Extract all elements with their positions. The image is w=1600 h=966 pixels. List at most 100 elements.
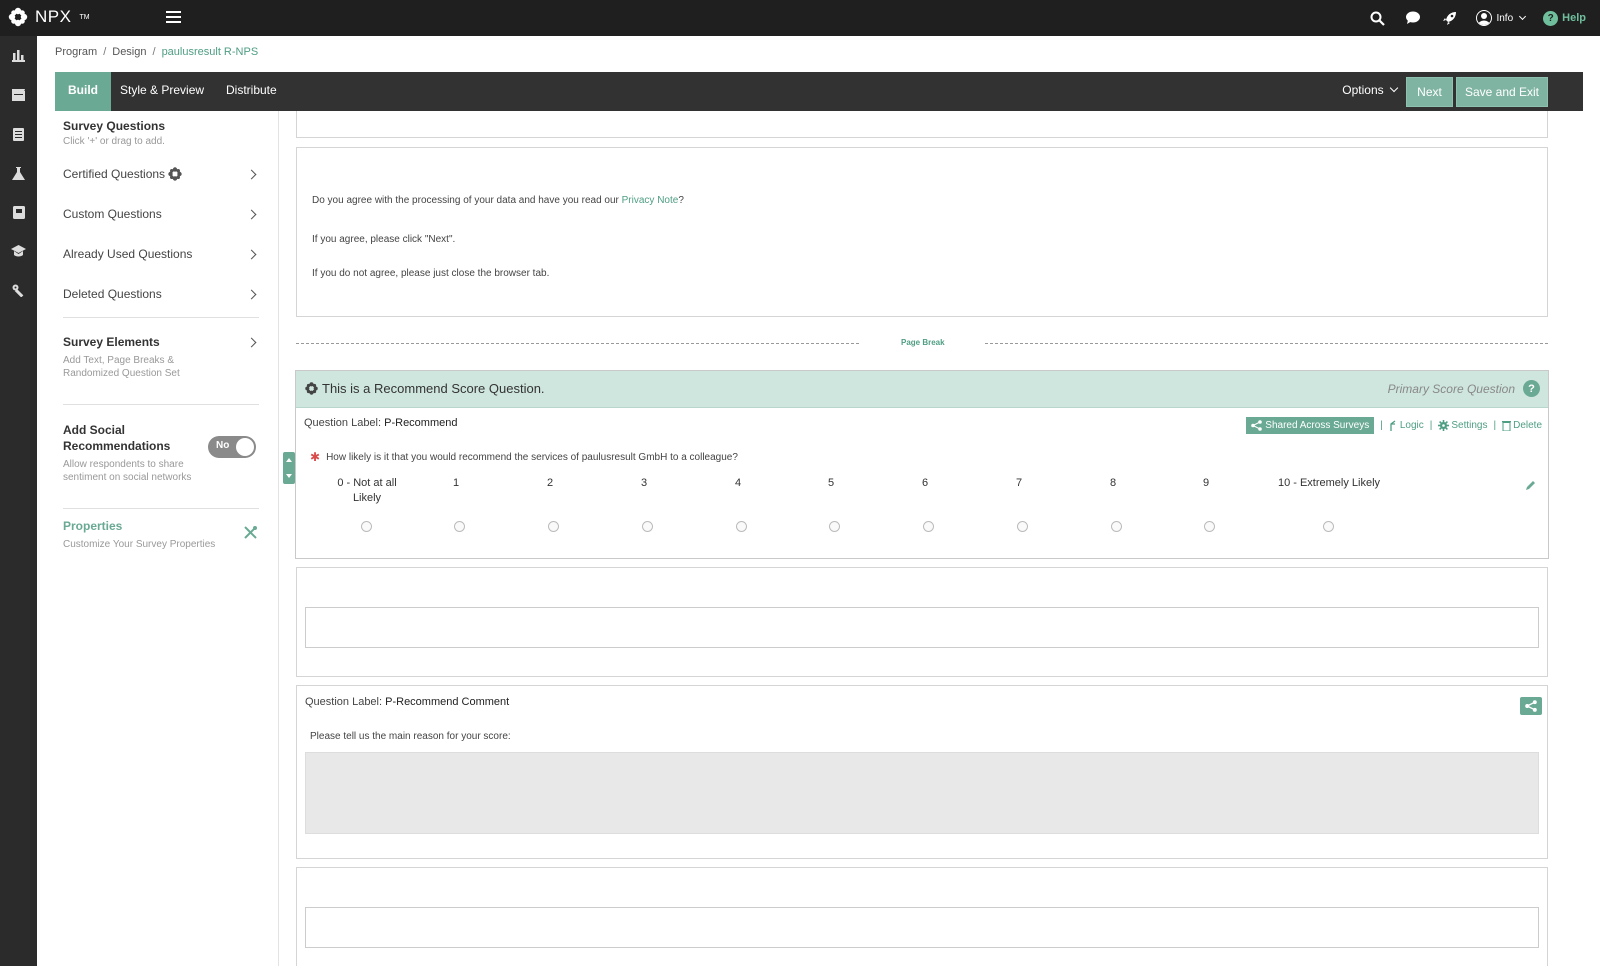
pencil-icon[interactable] [1525, 480, 1536, 491]
survey-questions-hint: Click '+' or drag to add. [63, 136, 165, 147]
chart-icon[interactable] [0, 41, 37, 71]
properties-title[interactable]: Properties [63, 519, 122, 533]
survey-questions-title: Survey Questions [63, 119, 166, 133]
panel-item-already-used-questions[interactable]: Already Used Questions [63, 243, 259, 265]
breadcrumb-program[interactable]: Program [55, 46, 97, 58]
page-break-line [985, 343, 1548, 344]
breadcrumb-design[interactable]: Design [112, 46, 146, 58]
panel-item-survey-elements[interactable]: Survey Elements [63, 331, 259, 353]
notebook-icon[interactable] [0, 197, 37, 227]
properties-hint: Customize Your Survey Properties [63, 539, 216, 550]
options-dropdown[interactable]: Options [1342, 72, 1399, 111]
social-recommendations-toggle[interactable]: No [208, 436, 256, 458]
settings-label: Settings [1451, 420, 1488, 431]
nps-header: This is a Recommend Score Question. Prim… [296, 371, 1548, 408]
delete-label: Delete [1513, 420, 1542, 431]
radio-option-0[interactable] [361, 521, 372, 532]
tab-style-preview[interactable]: Style & Preview [120, 72, 204, 111]
question-label-prefix: Question Label: [305, 696, 383, 708]
comment-textarea[interactable] [305, 752, 1539, 834]
menu-icon[interactable] [166, 11, 181, 24]
panel-item-deleted-questions[interactable]: Deleted Questions [63, 283, 259, 305]
left-rail [0, 36, 37, 966]
trademark: TM [79, 13, 90, 21]
radio-option-7[interactable] [1017, 521, 1028, 532]
tab-bar: Build Style & Preview Distribute Options… [55, 72, 1583, 111]
trash-icon [1502, 421, 1512, 431]
next-button[interactable]: Next [1406, 77, 1453, 107]
reorder-handle[interactable] [283, 452, 295, 484]
nps-question-card[interactable]: This is a Recommend Score Question. Prim… [295, 370, 1549, 559]
question-text: ✱ How likely is it that you would recomm… [310, 451, 738, 463]
scale-label-10: 10 - Extremely Likely [1277, 477, 1381, 489]
consent-line-1-text: Do you agree with the processing of your… [312, 195, 622, 206]
logic-link[interactable]: Logic [1389, 420, 1424, 431]
radio-option-10[interactable] [1323, 521, 1334, 532]
consent-text-card[interactable]: Do you agree with the processing of your… [296, 147, 1548, 317]
tab-distribute[interactable]: Distribute [226, 72, 277, 111]
consent-line-1-end: ? [678, 195, 684, 206]
question-label: Question Label: P-Recommend Comment [305, 696, 509, 708]
scale-label-8: 8 [1109, 477, 1117, 489]
text-element-card[interactable] [296, 567, 1548, 677]
app-name: NPX [35, 7, 72, 26]
search-icon[interactable] [1368, 9, 1386, 27]
film-icon[interactable] [0, 80, 37, 110]
text-element-input[interactable] [305, 607, 1539, 648]
shared-across-surveys-button[interactable]: Shared Across Surveys [1246, 417, 1375, 434]
panel-item-label: Deleted Questions [63, 287, 162, 301]
chevron-down-icon [1389, 83, 1399, 93]
panel-item-certified-questions[interactable]: Certified Questions [63, 163, 259, 185]
panel-item-custom-questions[interactable]: Custom Questions [63, 203, 259, 225]
certified-badge-icon [168, 167, 182, 181]
question-label: Question Label: P-Recommend [304, 417, 457, 429]
chevron-right-icon [246, 289, 257, 299]
settings-link[interactable]: Settings [1438, 420, 1487, 431]
comment-question-text: Please tell us the main reason for your … [310, 731, 511, 742]
scale-label-3: 3 [640, 477, 648, 489]
flask-icon[interactable] [0, 158, 37, 188]
logic-icon [1390, 420, 1396, 431]
nps-header-text: This is a Recommend Score Question. [322, 381, 545, 396]
radio-option-1[interactable] [454, 521, 465, 532]
app-logo[interactable]: NPX TM [8, 7, 90, 27]
scale-label-2: 2 [546, 477, 554, 489]
save-and-exit-button[interactable]: Save and Exit [1456, 77, 1548, 107]
question-label-value: P-Recommend [384, 417, 458, 429]
user-menu[interactable]: Info [1476, 10, 1527, 26]
radio-option-6[interactable] [923, 521, 934, 532]
radio-option-2[interactable] [548, 521, 559, 532]
chevron-right-icon [246, 169, 257, 179]
radio-option-4[interactable] [736, 521, 747, 532]
help-icon[interactable]: ? [1523, 380, 1540, 397]
scale-label-6: 6 [921, 477, 929, 489]
previous-element-card[interactable] [296, 111, 1548, 138]
tools-icon[interactable] [244, 526, 257, 539]
breadcrumb-current[interactable]: paulusresult R-NPS [162, 46, 259, 58]
primary-score-text: Primary Score Question [1387, 381, 1515, 396]
help-label: Help [1562, 12, 1586, 24]
wrench-icon[interactable] [0, 275, 37, 305]
rocket-icon[interactable] [1440, 9, 1458, 27]
logic-label: Logic [1399, 420, 1424, 431]
text-element-input[interactable] [305, 907, 1539, 948]
radio-option-9[interactable] [1204, 521, 1215, 532]
action-separator: | [1380, 420, 1383, 431]
radio-option-3[interactable] [642, 521, 653, 532]
page-break[interactable]: Page Break [296, 338, 1548, 350]
text-element-card[interactable] [296, 867, 1548, 966]
privacy-note-link[interactable]: Privacy Note [622, 195, 679, 206]
tab-build[interactable]: Build [55, 72, 111, 111]
delete-link[interactable]: Delete [1502, 420, 1542, 431]
radio-option-8[interactable] [1111, 521, 1122, 532]
social-title-2: Recommendations [63, 439, 171, 453]
help-link[interactable]: ? Help [1543, 10, 1586, 26]
comment-question-card[interactable]: Question Label: P-Recommend Comment Plea… [296, 685, 1548, 859]
chat-icon[interactable] [1404, 9, 1422, 27]
toggle-state: No [216, 440, 230, 451]
book-icon[interactable] [0, 119, 37, 149]
gear-icon [1438, 420, 1450, 431]
radio-option-5[interactable] [829, 521, 840, 532]
graduation-icon[interactable] [0, 236, 37, 266]
share-button[interactable] [1520, 697, 1542, 715]
